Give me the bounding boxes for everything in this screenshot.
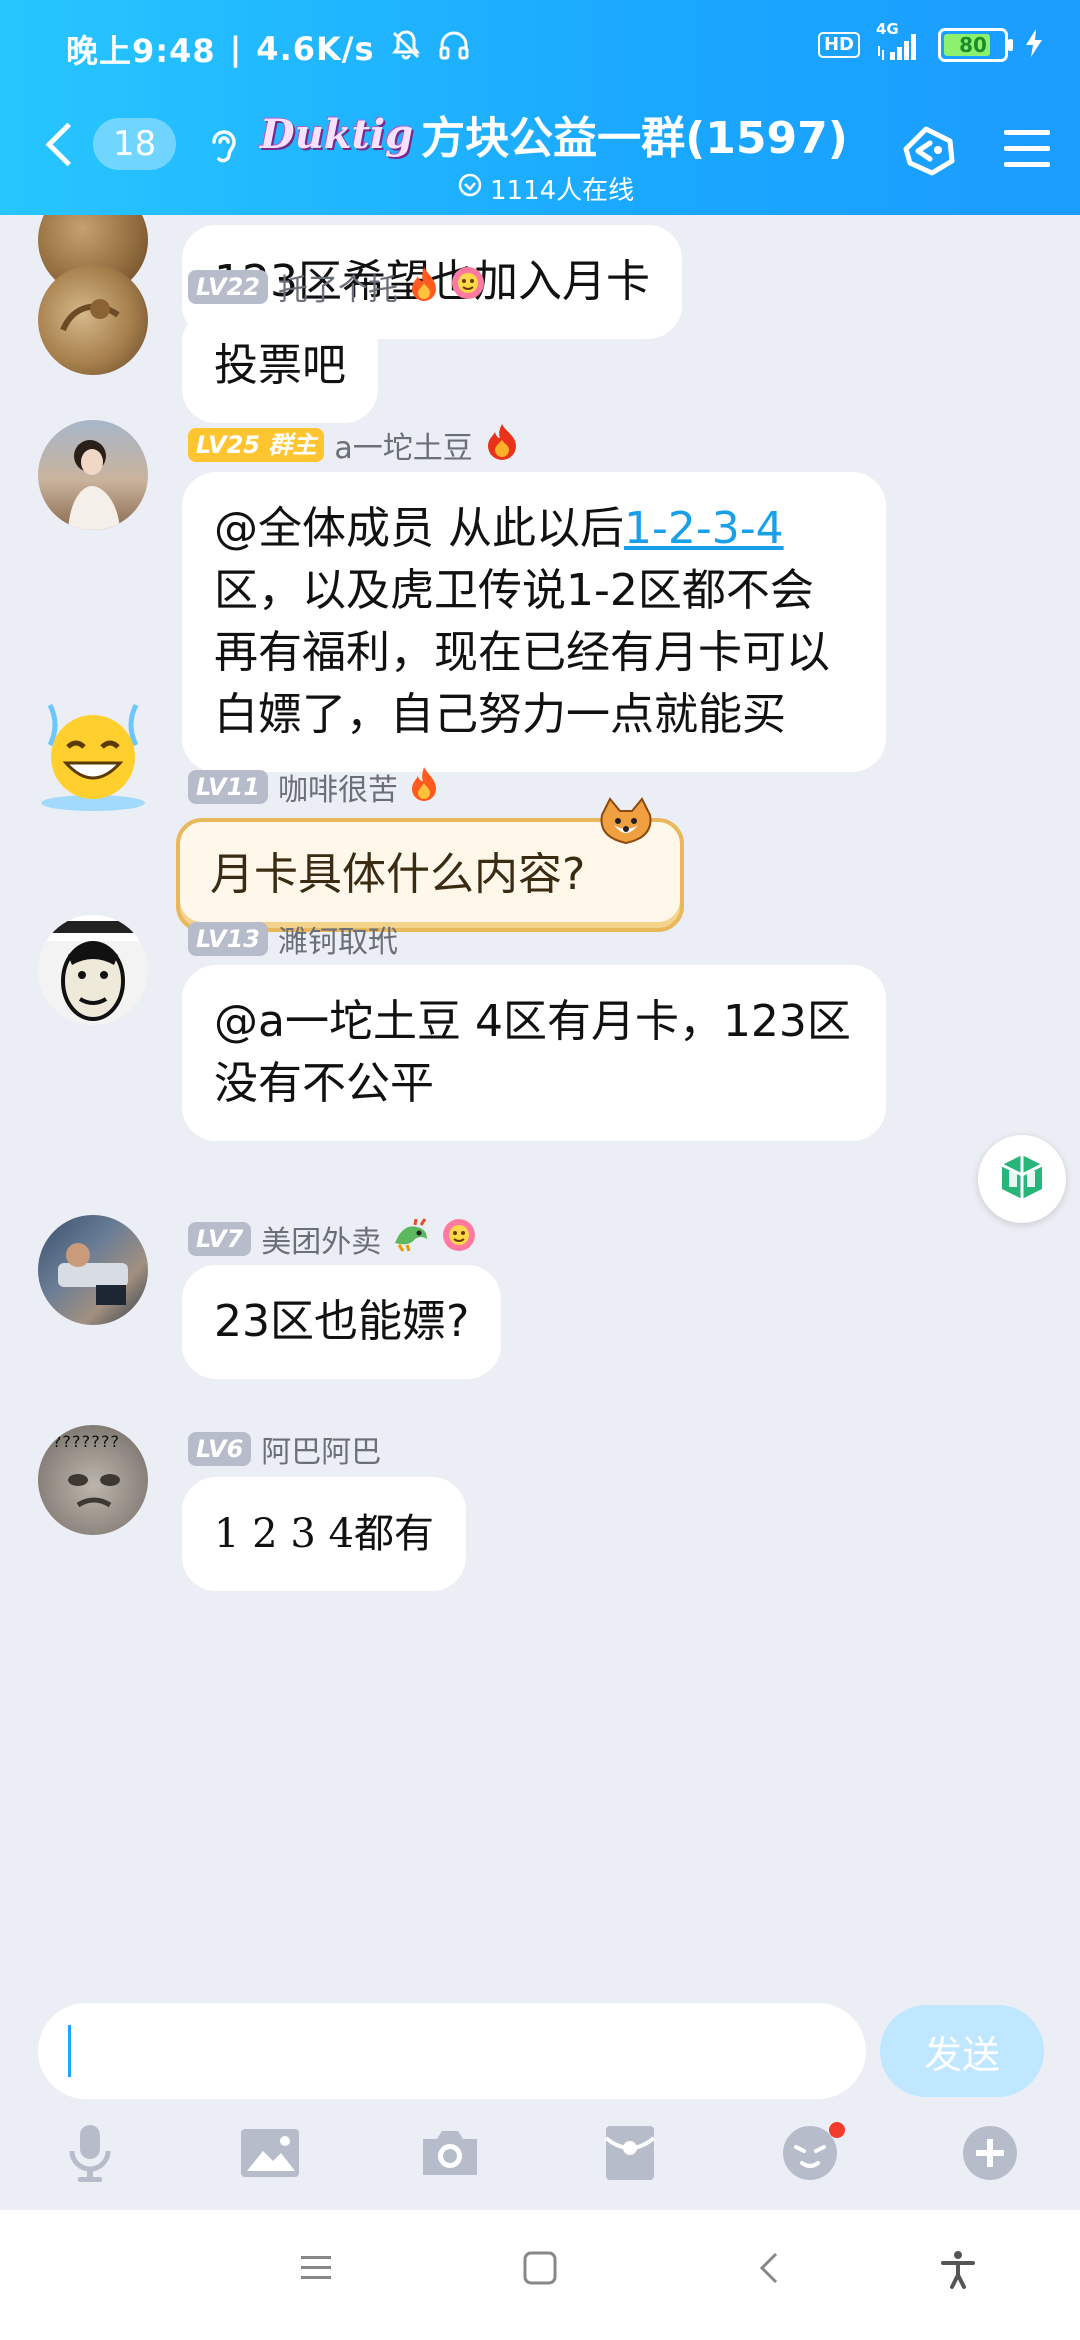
fire-icon [408,765,440,809]
sender-info: LV11 咖啡很苦 [188,765,440,809]
level-badge: LV13 [188,922,268,956]
emoji-button[interactable] [775,2120,845,2190]
red-packet-button[interactable] [595,2120,665,2190]
group-name: 方块公益一群(1597) [421,113,848,164]
back-nav-icon[interactable] [752,2250,788,2290]
headphone-icon [437,28,471,70]
camera-icon [419,2127,481,2183]
sender-info: LV6 阿巴阿巴 [188,1427,381,1471]
online-status: 1114人在线 [458,170,820,207]
fire-icon [483,422,521,468]
message-input[interactable] [38,2003,866,2099]
sender-info: LV7 美团外卖 [188,1217,477,1261]
sender-name[interactable]: 濉钶取玳 [278,917,398,961]
group-title-area[interactable]: Duktig 方块公益一群(1597) 1114人在线 [260,102,848,207]
avatar[interactable] [38,420,148,530]
accessibility-icon[interactable] [940,2250,976,2294]
chat-header: 18 Duktig 方块公益一群(1597) 1114人在线 [0,96,1080,215]
network-speed: 4.6K/s [256,30,375,68]
image-icon [239,2127,301,2183]
microphone-icon [64,2123,116,2187]
red-packet-icon [604,2124,656,2186]
sender-name[interactable]: a一坨土豆 [334,423,472,467]
owner-role: 群主 [268,431,317,459]
online-check-icon [458,173,482,204]
chat-toolbar [0,2105,1080,2205]
unread-count-badge: 18 [93,118,177,170]
message-link[interactable]: 1-2-3-4 [624,503,784,554]
level-badge: LV22 [188,270,268,304]
corgi-decoration-icon [594,797,658,851]
back-chevron-icon [45,122,90,166]
status-time: 晚上9:48 [66,32,216,70]
fire-icon [408,265,440,309]
level-badge: LV7 [188,1222,252,1256]
flower-badge-icon [441,1217,477,1261]
group-logo: Duktig [260,110,414,158]
signal-icon: 4G [876,20,922,60]
text-caret [68,2025,71,2077]
level-badge: LV25 群主 [188,428,325,462]
back-button[interactable]: 18 [40,118,177,170]
notification-dot [829,2122,845,2138]
floating-widget-button[interactable] [978,1135,1066,1223]
avatar[interactable] [38,915,148,1025]
sender-name[interactable]: 咖啡很苦 [278,765,398,809]
sender-info: LV13 濉钶取玳 [188,917,398,961]
hd-badge: HD [817,32,860,58]
sender-info: LV22 托了个托 [188,265,486,309]
more-button[interactable] [955,2120,1025,2190]
message-bubble[interactable]: @全体成员 从此以后1-2-3-4区，以及虎卫传说1-2区都不会再有福利，现在已… [182,472,886,772]
avatar[interactable] [28,685,158,815]
cube-icon [994,1149,1050,1209]
plus-circle-icon [960,2123,1020,2187]
top-bar: 晚上9:48 | 4.6K/s HD 4G 80 18 Duktig 方块公益一… [0,0,1080,215]
level-badge: LV6 [188,1432,252,1466]
avatar[interactable] [38,265,148,375]
message-input-row: 发送 [0,1975,1080,2105]
sender-info: LV25 群主 a一坨土豆 [188,422,521,468]
message-bubble[interactable]: @a一坨土豆 4区有月卡，123区没有不公平 [182,965,886,1141]
message-bubble[interactable]: 投票吧 [182,309,378,423]
voice-button[interactable] [55,2120,125,2190]
level-badge: LV11 [188,770,268,804]
sender-name[interactable]: 美团外卖 [261,1217,381,1261]
message-bubble[interactable]: 1 2 3 4都有 [182,1477,466,1591]
recent-apps-icon[interactable] [298,2250,334,2290]
avatar[interactable] [38,1215,148,1325]
chat-list[interactable]: 123区希望也加入月卡 LV22 托了个托 投票吧 LV25 群主 a一坨土豆 … [0,215,1080,1975]
flower-badge-icon [450,265,486,309]
send-button[interactable]: 发送 [880,2005,1044,2097]
home-icon[interactable] [522,2250,558,2290]
mute-bell-icon [389,28,423,70]
group-app-icon[interactable] [896,116,962,186]
message-bubble[interactable]: 23区也能嫖? [182,1265,502,1379]
menu-icon[interactable] [1002,127,1052,175]
svg-text:???????: ??????? [52,1432,119,1451]
system-nav-bar [0,2210,1080,2340]
dragon-badge-icon [391,1217,431,1261]
camera-button[interactable] [415,2120,485,2190]
avatar[interactable]: ??????? [38,1425,148,1535]
earpiece-mode-icon[interactable] [206,124,242,172]
battery-indicator: 80 [938,28,1013,62]
sender-name[interactable]: 托了个托 [278,265,398,309]
image-button[interactable] [235,2120,305,2190]
sender-name[interactable]: 阿巴阿巴 [261,1427,381,1471]
charging-icon [1024,28,1044,62]
status-bar: 晚上9:48 | 4.6K/s HD 4G 80 [0,0,1080,96]
